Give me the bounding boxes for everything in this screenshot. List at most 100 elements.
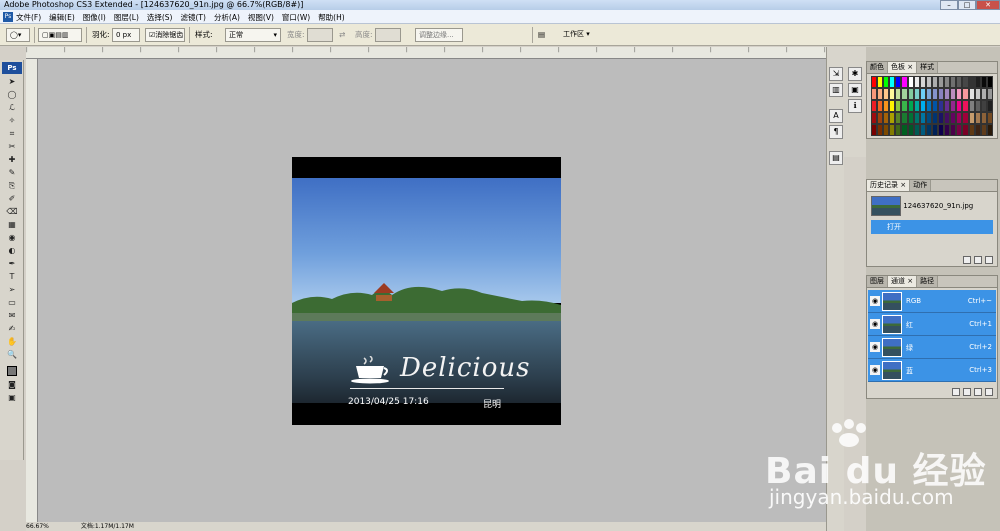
magic-wand-icon[interactable]: ✧ bbox=[3, 115, 21, 126]
eye-icon[interactable]: ◉ bbox=[870, 342, 880, 352]
quickmask-icon[interactable]: ◙ bbox=[3, 379, 21, 390]
gradient-icon[interactable]: ▦ bbox=[3, 219, 21, 230]
type-icon[interactable]: T bbox=[3, 271, 21, 282]
ruler-tick: | bbox=[368, 47, 370, 53]
color-swatch[interactable] bbox=[986, 124, 993, 136]
healing-icon[interactable]: ✚ bbox=[3, 154, 21, 165]
histogram-icon[interactable]: ▥ bbox=[829, 83, 843, 97]
channel-row[interactable]: ◉ 红 Ctrl+1 bbox=[868, 313, 996, 336]
eraser-icon[interactable]: ⌫ bbox=[3, 206, 21, 217]
lasso-icon[interactable]: ℒ bbox=[3, 102, 21, 113]
zoom-level[interactable]: 66.67% bbox=[26, 523, 49, 530]
panel-dock-strip-2: ✱ ▣ ℹ bbox=[844, 47, 866, 157]
crop-icon[interactable]: ⌗ bbox=[3, 128, 21, 139]
color-swatch[interactable] bbox=[986, 88, 993, 100]
navigator-icon[interactable]: ⇲ bbox=[829, 67, 843, 81]
eye-icon[interactable]: ◉ bbox=[870, 296, 880, 306]
height-label: 高度: bbox=[355, 30, 373, 39]
history-panel-tabs: 历史记录 × 动作 bbox=[867, 180, 997, 192]
channel-shortcut: Ctrl+3 bbox=[969, 366, 992, 374]
screen-mode-icon[interactable]: ▣ bbox=[3, 392, 21, 403]
pen-icon[interactable]: ✒ bbox=[3, 258, 21, 269]
minimize-button[interactable]: – bbox=[940, 0, 958, 10]
selection-mode-icons[interactable]: ▢▣▤▥ bbox=[38, 28, 82, 42]
tab-swatches_panel[interactable]: 颜色 bbox=[867, 62, 888, 73]
load-channel-icon[interactable] bbox=[952, 388, 960, 396]
ruler-tick: | bbox=[786, 47, 788, 53]
swap-icon[interactable]: ⇄ bbox=[339, 28, 345, 42]
shape-icon[interactable]: ▭ bbox=[3, 297, 21, 308]
zoom-icon[interactable]: 🔍 bbox=[3, 349, 21, 360]
menu-item[interactable]: 编辑(E) bbox=[49, 12, 75, 23]
menu-item[interactable]: 视图(V) bbox=[248, 12, 274, 23]
antialias-checkbox[interactable]: ☑消除锯齿 bbox=[145, 28, 185, 42]
channel-row[interactable]: ◉ 蓝 Ctrl+3 bbox=[868, 359, 996, 382]
paragraph-icon[interactable]: ¶ bbox=[829, 125, 843, 139]
blur-icon[interactable]: ◉ bbox=[3, 232, 21, 243]
photo-datestamp: 2013/04/25 17:16 bbox=[348, 397, 429, 407]
eye-icon[interactable]: ◉ bbox=[870, 319, 880, 329]
history-brush-icon[interactable]: ✐ bbox=[3, 193, 21, 204]
save-selection-icon[interactable] bbox=[963, 388, 971, 396]
menu-item[interactable]: 图像(I) bbox=[83, 12, 106, 23]
height-input[interactable] bbox=[375, 28, 401, 42]
width-input[interactable] bbox=[307, 28, 333, 42]
menu-item[interactable]: 滤镜(T) bbox=[181, 12, 206, 23]
eyedropper-icon[interactable]: ✍ bbox=[3, 323, 21, 334]
eye-icon[interactable]: ◉ bbox=[870, 365, 880, 375]
marquee-icon[interactable]: ◯ bbox=[3, 89, 21, 100]
menu-item[interactable]: 选择(S) bbox=[147, 12, 173, 23]
color-swatch[interactable] bbox=[986, 100, 993, 112]
tab-channels_panel[interactable]: 图层 bbox=[867, 276, 888, 287]
style-select-value: 正常 bbox=[229, 31, 243, 39]
info-icon[interactable]: ℹ bbox=[848, 99, 862, 113]
dodge-icon[interactable]: ◐ bbox=[3, 245, 21, 256]
tab-history_panel[interactable]: 动作 bbox=[910, 180, 932, 191]
move-icon[interactable]: ➤ bbox=[3, 76, 21, 87]
channel-row[interactable]: ◉ 绿 Ctrl+2 bbox=[868, 336, 996, 359]
image-icon[interactable]: ▣ bbox=[848, 83, 862, 97]
color-swatch[interactable] bbox=[986, 76, 993, 88]
tab-history_panel[interactable]: 历史记录 × bbox=[867, 180, 911, 191]
tab-swatches_panel[interactable]: 样式 bbox=[917, 62, 939, 73]
feather-input[interactable]: 0 px bbox=[112, 28, 140, 42]
path-select-icon[interactable]: ➢ bbox=[3, 284, 21, 295]
hand-icon[interactable]: ✋ bbox=[3, 336, 21, 347]
tab-channels_panel[interactable]: 路径 bbox=[917, 276, 939, 287]
trash-icon[interactable] bbox=[985, 388, 993, 396]
refine-edge-button[interactable]: 调整边缘... bbox=[415, 28, 463, 42]
maximize-button[interactable]: □ bbox=[958, 0, 976, 10]
workspace-icon[interactable]: ▤ bbox=[538, 28, 545, 42]
brushes-icon[interactable]: ✱ bbox=[848, 67, 862, 81]
swatch-grid[interactable] bbox=[871, 76, 993, 136]
stamp-icon[interactable]: ⎘ bbox=[3, 180, 21, 191]
doc-size[interactable]: 文档:1.17M/1.17M bbox=[81, 523, 134, 530]
tab-swatches_panel[interactable]: 色板 × bbox=[888, 62, 918, 73]
menu-item[interactable]: 分析(A) bbox=[214, 12, 240, 23]
brush-icon[interactable]: ✎ bbox=[3, 167, 21, 178]
menu-item[interactable]: 窗口(W) bbox=[282, 12, 310, 23]
style-select[interactable]: 正常 ▾ bbox=[225, 28, 281, 42]
marquee-tool-preset-icon[interactable]: ◯▾ bbox=[6, 28, 30, 42]
snapshot-icon[interactable] bbox=[974, 256, 982, 264]
slice-icon[interactable]: ✂ bbox=[3, 141, 21, 152]
foreground-color-swatch[interactable] bbox=[3, 366, 21, 377]
menu-item[interactable]: 图层(L) bbox=[114, 12, 139, 23]
new-channel-icon[interactable] bbox=[974, 388, 982, 396]
color-swatch[interactable] bbox=[986, 112, 993, 124]
trash-icon[interactable] bbox=[985, 256, 993, 264]
menu-item[interactable]: 帮助(H) bbox=[318, 12, 345, 23]
ruler-tick: | bbox=[710, 47, 712, 53]
channel-name: 绿 bbox=[906, 344, 913, 352]
notes-icon[interactable]: ✉ bbox=[3, 310, 21, 321]
close-button[interactable]: ✕ bbox=[976, 0, 1000, 10]
layer-comps-icon[interactable]: ▤ bbox=[829, 151, 843, 165]
channel-row[interactable]: ◉ RGB Ctrl+~ bbox=[868, 290, 996, 313]
history-step[interactable]: 打开 bbox=[871, 220, 993, 234]
new-document-icon[interactable] bbox=[963, 256, 971, 264]
workspace-menu[interactable]: 工作区 ▾ bbox=[560, 28, 602, 42]
menu-item[interactable]: 文件(F) bbox=[16, 12, 41, 23]
history-snapshot[interactable]: 124637620_91n.jpg bbox=[871, 196, 993, 218]
tab-channels_panel[interactable]: 通道 × bbox=[888, 276, 918, 287]
character-icon[interactable]: A bbox=[829, 109, 843, 123]
